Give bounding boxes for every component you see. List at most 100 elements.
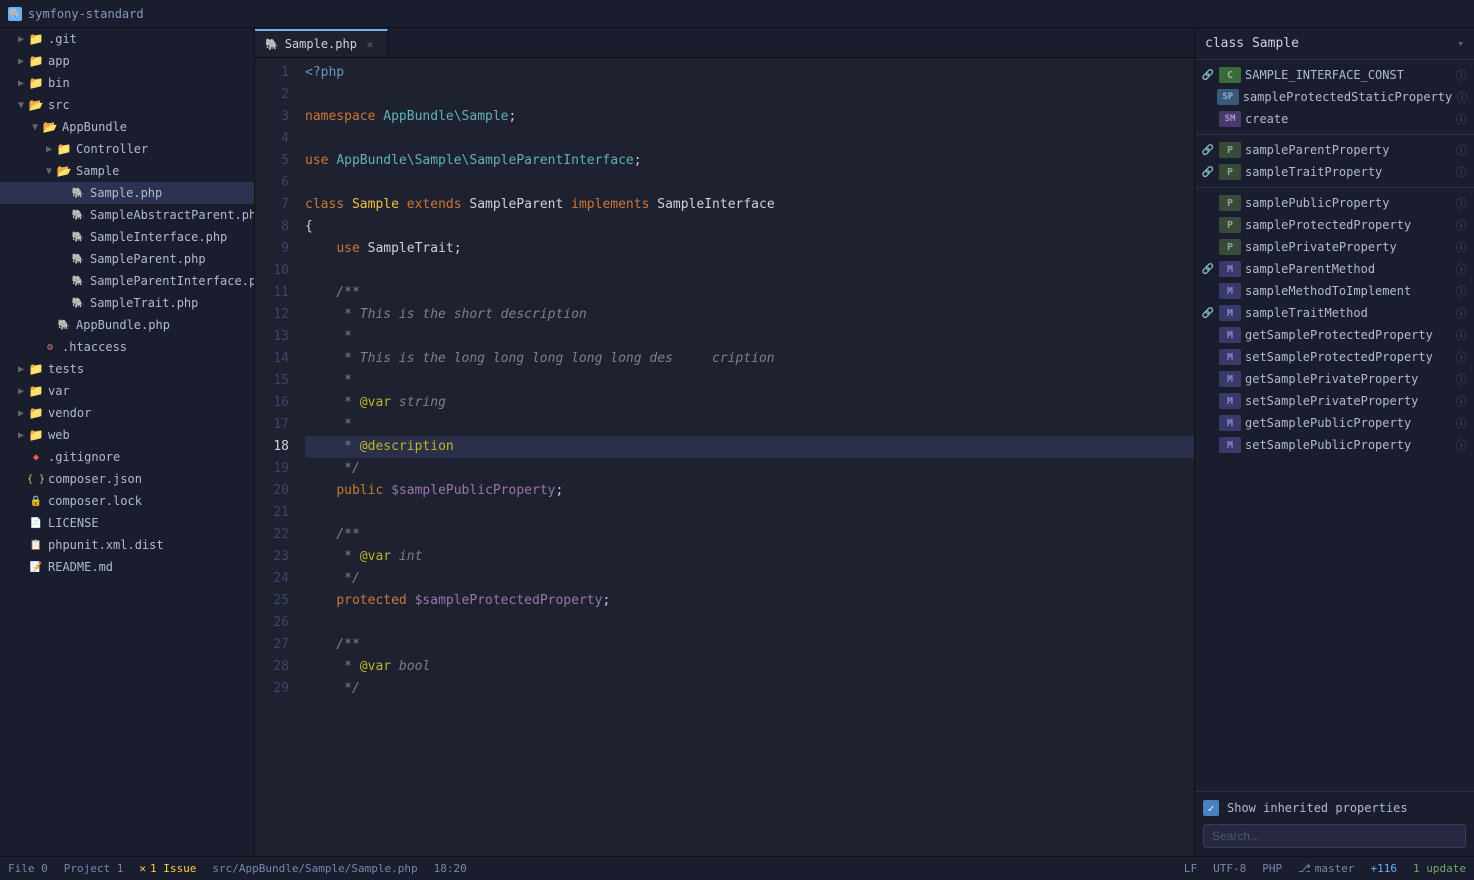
tree-item-label: bin — [48, 76, 254, 90]
symbol-item-SAMPLE_INTERFACE_CONST[interactable]: 🔗 C SAMPLE_INTERFACE_CONST ⓘ — [1195, 64, 1474, 86]
status-issues[interactable]: ✕ 1 Issue — [139, 862, 196, 875]
symbol-item-setSampleProtectedProperty[interactable]: M setSampleProtectedProperty ⓘ — [1195, 346, 1474, 368]
tab-sample-php[interactable]: 🐘Sample.php✕ — [255, 29, 388, 57]
symbol-item-samplePrivateProperty[interactable]: P samplePrivateProperty ⓘ — [1195, 236, 1474, 258]
symbol-info-button[interactable]: ⓘ — [1454, 165, 1468, 179]
tree-arrow — [56, 296, 70, 310]
token-plain: ; — [634, 153, 642, 168]
sidebar-item-readme[interactable]: 📝README.md — [0, 556, 254, 578]
symbol-info-button[interactable]: ⓘ — [1454, 143, 1468, 157]
symbol-item-getSamplePublicProperty[interactable]: M getSamplePublicProperty ⓘ — [1195, 412, 1474, 434]
symbol-item-sampleParentProperty[interactable]: 🔗 P sampleParentProperty ⓘ — [1195, 139, 1474, 161]
sidebar-item-sampleparentinterface[interactable]: 🐘SampleParentInterface.php — [0, 270, 254, 292]
sidebar-item-var[interactable]: ▶📁var — [0, 380, 254, 402]
sidebar-item-appbundle-php[interactable]: 🐘AppBundle.php — [0, 314, 254, 336]
txt-file-icon: 📄 — [28, 515, 44, 531]
symbol-item-sampleTraitProperty[interactable]: 🔗 P sampleTraitProperty ⓘ — [1195, 161, 1474, 183]
tree-item-label: LICENSE — [48, 516, 254, 530]
status-bar: File 0 Project 1 ✕ 1 Issue src/AppBundle… — [0, 856, 1474, 880]
sidebar-item-gitignore[interactable]: ◆.gitignore — [0, 446, 254, 468]
symbol-info-button[interactable]: ⓘ — [1454, 416, 1468, 430]
status-vcs[interactable]: ⎇ master — [1298, 862, 1354, 875]
symbol-info-button[interactable]: ⓘ — [1454, 306, 1468, 320]
symbol-info-button[interactable]: ⓘ — [1454, 218, 1468, 232]
symbol-item-getSampleProtectedProperty[interactable]: M getSampleProtectedProperty ⓘ — [1195, 324, 1474, 346]
sidebar-item-bin[interactable]: ▶📁bin — [0, 72, 254, 94]
symbol-item-sampleProtectedStaticProperty[interactable]: SP sampleProtectedStaticProperty ⓘ — [1195, 86, 1474, 108]
code-editor[interactable]: 1234567891011121314151617181920212223242… — [255, 58, 1194, 856]
status-file[interactable]: File 0 — [8, 862, 48, 875]
symbol-badge-sampleParentProperty: P — [1219, 142, 1241, 158]
sidebar-item-web[interactable]: ▶📁web — [0, 424, 254, 446]
symbol-search-input[interactable] — [1203, 824, 1466, 848]
sidebar-item-license[interactable]: 📄 LICENSE — [0, 512, 254, 534]
symbol-info-button[interactable]: ⓘ — [1454, 240, 1468, 254]
token-plain — [383, 483, 391, 498]
sidebar-item-app[interactable]: ▶📁app — [0, 50, 254, 72]
sidebar-item-src[interactable]: ▼📂src — [0, 94, 254, 116]
symbol-info-button[interactable]: ⓘ — [1454, 262, 1468, 276]
sidebar-item-controller[interactable]: ▶📁Controller — [0, 138, 254, 160]
sidebar-item-sampletrait[interactable]: 🐘SampleTrait.php — [0, 292, 254, 314]
symbol-info-button[interactable]: ⓘ — [1454, 196, 1468, 210]
symbol-info-button[interactable]: ⓘ — [1454, 350, 1468, 364]
line-number-4: 4 — [259, 128, 289, 150]
tree-item-label: tests — [48, 362, 254, 376]
symbol-info-button[interactable]: ⓘ — [1454, 112, 1468, 126]
sidebar-item-composerlock[interactable]: 🔒composer.lock — [0, 490, 254, 512]
tree-arrow — [14, 494, 28, 508]
token-plain — [407, 593, 415, 608]
token-cmnt: * — [305, 329, 352, 344]
sidebar-item-sample-php[interactable]: 🐘Sample.php — [0, 182, 254, 204]
symbol-item-setSamplePrivateProperty[interactable]: M setSamplePrivateProperty ⓘ — [1195, 390, 1474, 412]
symbol-info-button[interactable]: ⓘ — [1454, 394, 1468, 408]
status-updates[interactable]: 1 update — [1413, 862, 1466, 875]
status-project[interactable]: Project 1 — [64, 862, 124, 875]
symbol-info-button[interactable]: ⓘ — [1454, 284, 1468, 298]
sidebar-item-phpunit[interactable]: 📋phpunit.xml.dist — [0, 534, 254, 556]
symbol-item-sampleProtectedProperty[interactable]: P sampleProtectedProperty ⓘ — [1195, 214, 1474, 236]
sidebar-item-appbundle[interactable]: ▼📂AppBundle — [0, 116, 254, 138]
sidebar-item-htaccess[interactable]: ⚙.htaccess — [0, 336, 254, 358]
symbol-item-getSamplePrivateProperty[interactable]: M getSamplePrivateProperty ⓘ — [1195, 368, 1474, 390]
sidebar-item-composerjson[interactable]: { }composer.json — [0, 468, 254, 490]
code-line-24: */ — [305, 568, 1194, 590]
token-ann: @var — [360, 659, 391, 674]
code-line-12: * This is the short description — [305, 304, 1194, 326]
token-plain: SampleInterface — [649, 197, 774, 212]
symbol-item-sampleTraitMethod[interactable]: 🔗 M sampleTraitMethod ⓘ — [1195, 302, 1474, 324]
status-changes[interactable]: +116 — [1371, 862, 1398, 875]
symbol-info-button[interactable]: ⓘ — [1454, 328, 1468, 342]
sidebar-item-sampleinterface[interactable]: 🐘SampleInterface.php — [0, 226, 254, 248]
symbol-info-button[interactable]: ⓘ — [1454, 438, 1468, 452]
sidebar-item-sampleabstractparent[interactable]: 🐘SampleAbstractParent.php — [0, 204, 254, 226]
status-language[interactable]: PHP — [1262, 862, 1282, 875]
right-panel-title: class Sample — [1205, 36, 1299, 51]
tree-arrow — [14, 472, 28, 486]
symbol-info-button[interactable]: ⓘ — [1454, 68, 1468, 82]
symbol-item-sampleMethodToImplement[interactable]: M sampleMethodToImplement ⓘ — [1195, 280, 1474, 302]
symbol-item-sampleParentMethod[interactable]: 🔗 M sampleParentMethod ⓘ — [1195, 258, 1474, 280]
tab-close-button[interactable]: ✕ — [363, 37, 377, 51]
symbol-item-samplePublicProperty[interactable]: P samplePublicProperty ⓘ — [1195, 192, 1474, 214]
sidebar-item-sample-dir[interactable]: ▼📂Sample — [0, 160, 254, 182]
php-file-icon: 🐘 — [70, 229, 86, 245]
right-panel-collapse[interactable]: ▾ — [1457, 37, 1464, 50]
folder-icon: 📁 — [28, 405, 44, 421]
line-number-7: 7 — [259, 194, 289, 216]
tree-item-label: SampleAbstractParent.php — [90, 208, 255, 222]
tree-item-label: web — [48, 428, 254, 442]
symbol-info-button[interactable]: ⓘ — [1454, 372, 1468, 386]
tree-item-label: phpunit.xml.dist — [48, 538, 254, 552]
token-plain: ; — [555, 483, 563, 498]
show-inherited-checkbox[interactable]: ✓ — [1203, 800, 1219, 816]
symbol-item-create[interactable]: SM create ⓘ — [1195, 108, 1474, 130]
tree-arrow — [56, 252, 70, 266]
sidebar-item-vendor[interactable]: ▶📁vendor — [0, 402, 254, 424]
symbol-item-setSamplePublicProperty[interactable]: M setSamplePublicProperty ⓘ — [1195, 434, 1474, 456]
tree-arrow — [14, 450, 28, 464]
sidebar-item-sampleparent[interactable]: 🐘SampleParent.php — [0, 248, 254, 270]
sidebar-item-git[interactable]: ▶📁.git — [0, 28, 254, 50]
symbol-info-button[interactable]: ⓘ — [1456, 90, 1468, 104]
sidebar-item-tests[interactable]: ▶📁tests — [0, 358, 254, 380]
